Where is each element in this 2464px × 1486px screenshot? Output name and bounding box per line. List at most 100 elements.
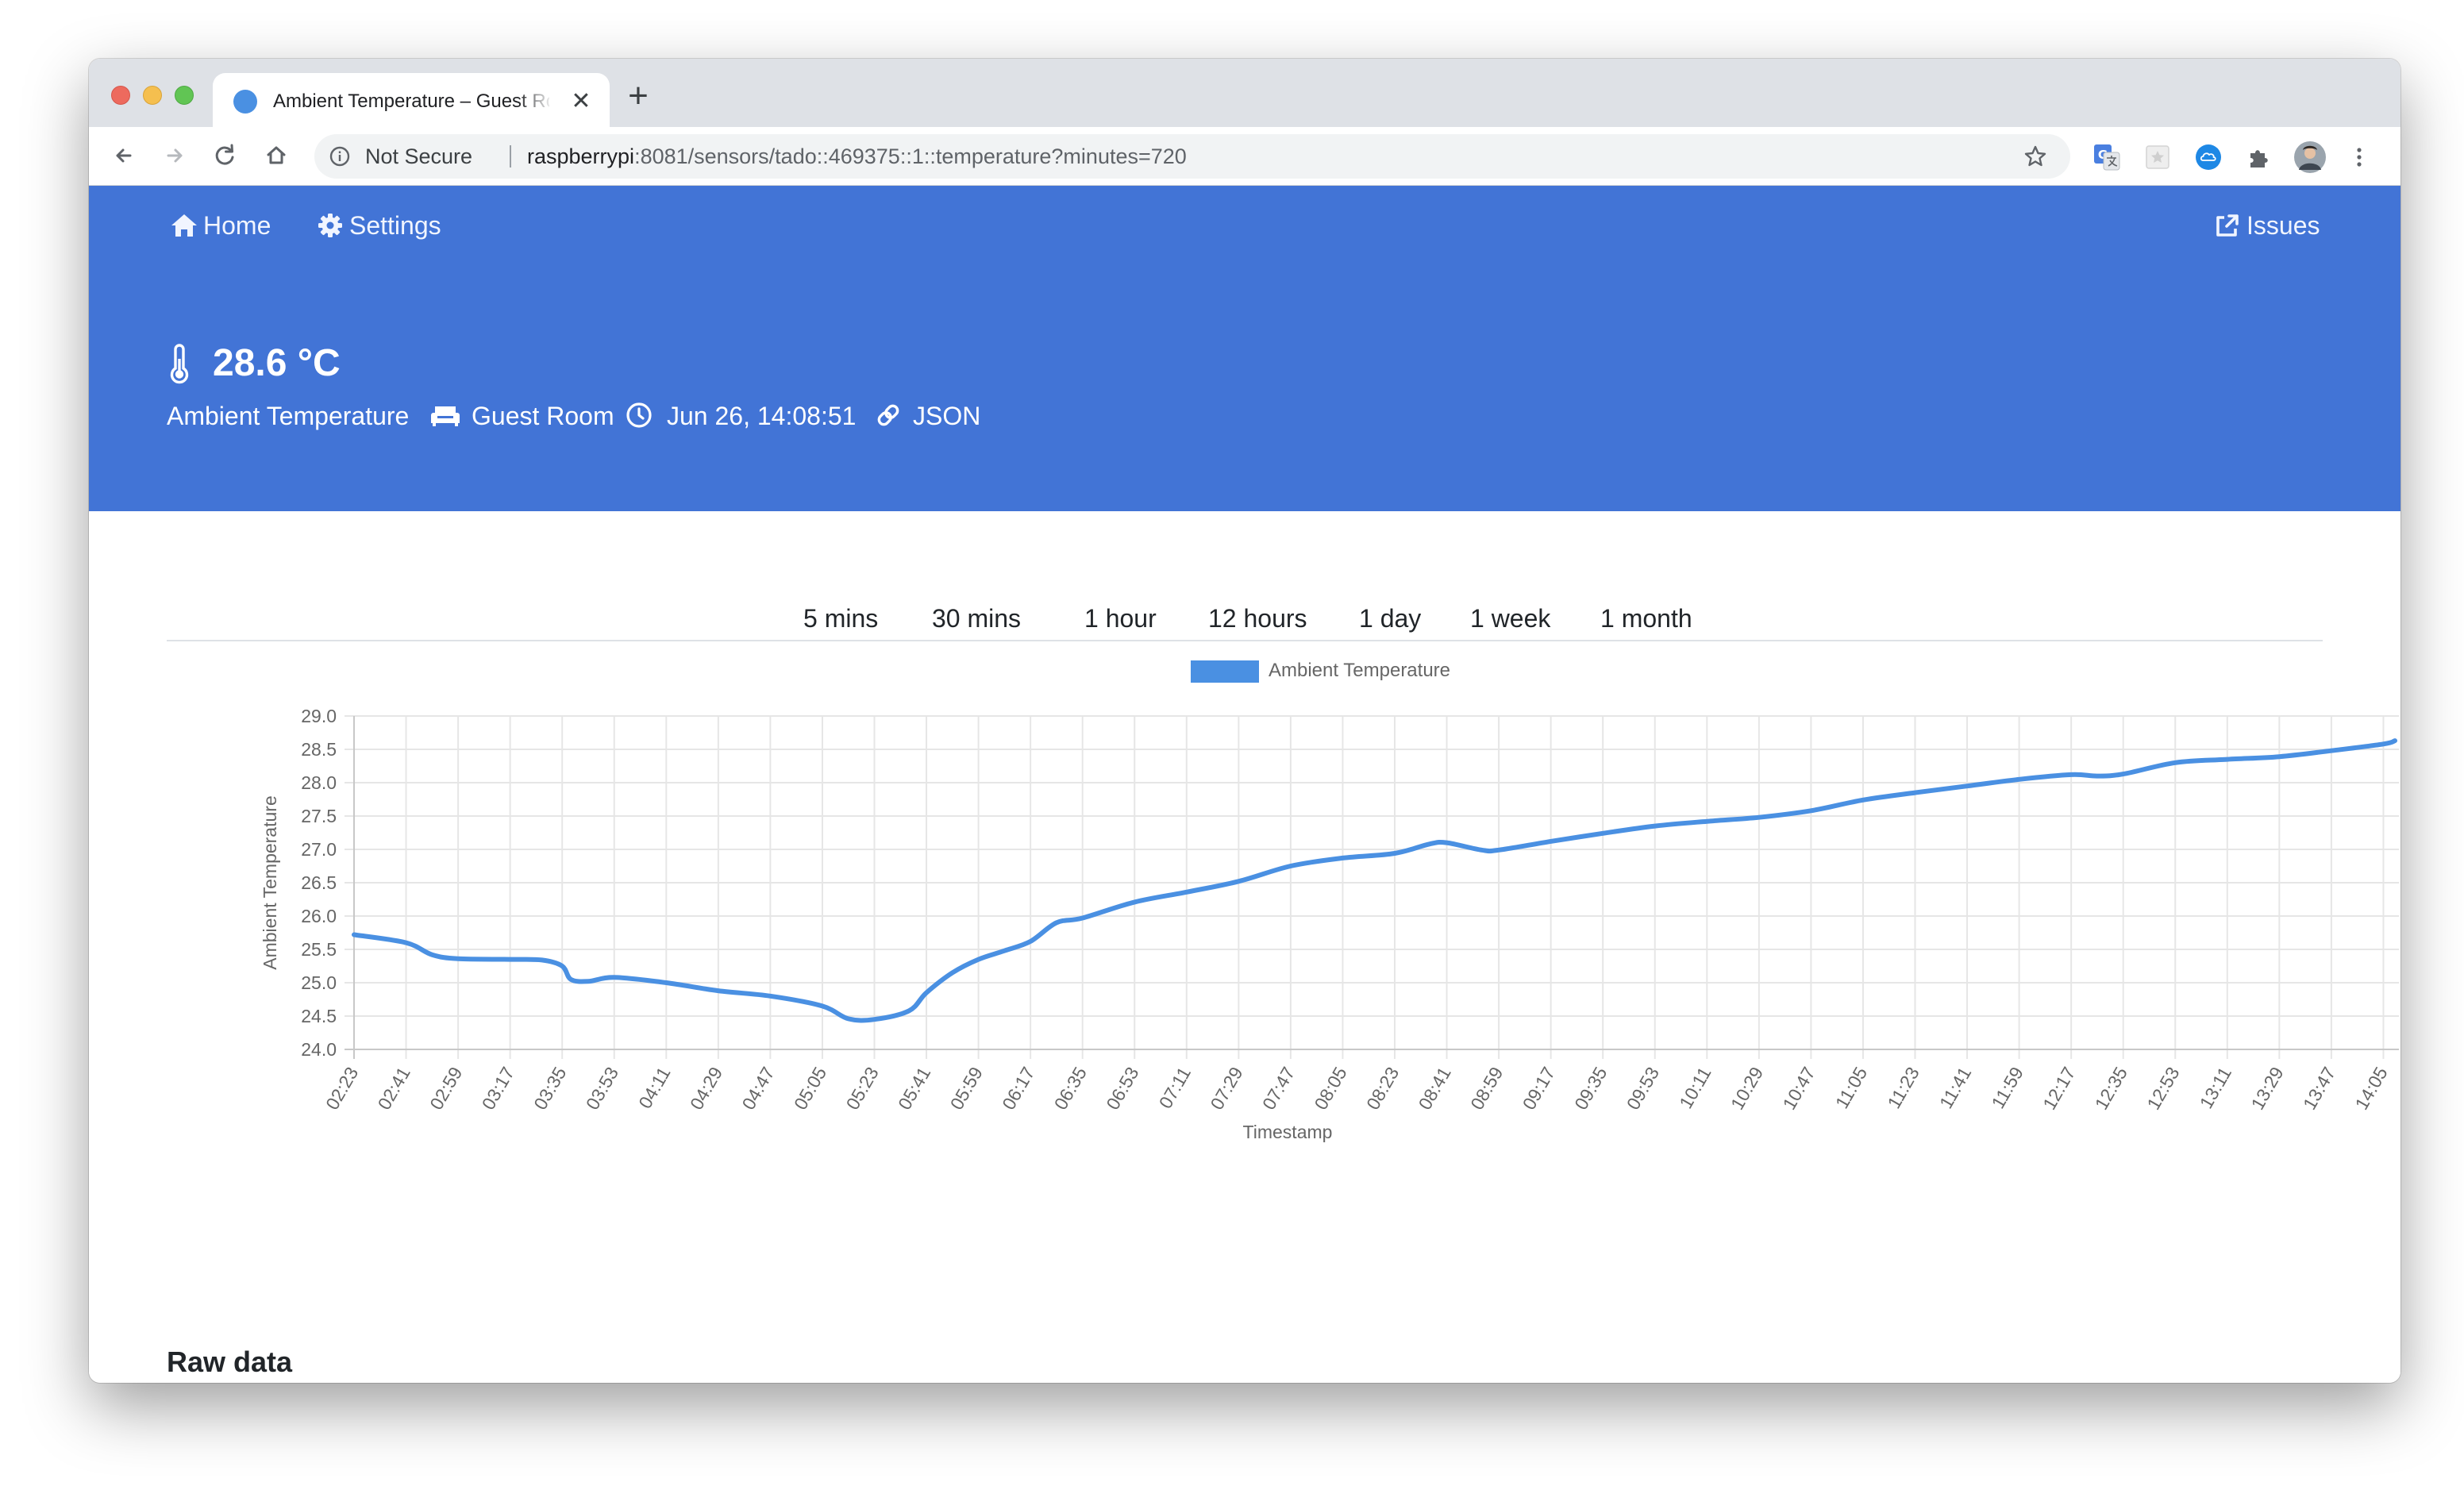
cloud-extension-icon[interactable] xyxy=(2194,143,2223,171)
x-tick-label: 05:05 xyxy=(790,1064,830,1114)
x-tick-label: 11:41 xyxy=(1935,1064,1975,1112)
profile-avatar-icon[interactable] xyxy=(2293,140,2327,175)
y-tick-label: 28.0 xyxy=(301,772,337,793)
json-link[interactable]: JSON xyxy=(913,400,980,432)
tab-close-icon[interactable]: ✕ xyxy=(570,90,592,114)
range-1-week[interactable]: 1 week xyxy=(1470,599,1550,638)
sofa-icon xyxy=(431,406,460,426)
forward-arrow-icon[interactable] xyxy=(157,138,192,173)
browser-window: Ambient Temperature – Guest Room ✕ + Not xyxy=(89,59,2400,1383)
x-tick-label: 12:17 xyxy=(2039,1064,2079,1114)
browser-toolbar: Not Secure raspberrypi:8081/sensors/tado… xyxy=(89,127,2400,186)
back-arrow-icon[interactable] xyxy=(106,138,141,173)
y-tick-label: 26.0 xyxy=(301,906,337,926)
sensor-name: Ambient Temperature xyxy=(167,402,410,430)
temperature-value: 28.6 °C xyxy=(213,342,341,384)
page-content: Home Settings Issues 28.6 °C Ambient Tem… xyxy=(89,186,2400,1383)
x-tick-label: 06:35 xyxy=(1050,1064,1091,1114)
x-tick-label: 02:41 xyxy=(374,1064,414,1114)
nav-issues-link[interactable]: Issues xyxy=(2213,210,2321,241)
new-tab-button[interactable]: + xyxy=(622,79,654,114)
maximize-window-button[interactable] xyxy=(175,86,194,105)
range-5-mins[interactable]: 5 mins xyxy=(803,599,878,638)
x-tick-label: 07:11 xyxy=(1155,1064,1195,1112)
nav-settings-link[interactable]: Settings xyxy=(318,210,452,241)
home-icon xyxy=(171,214,197,237)
nav-home-link[interactable]: Home xyxy=(170,210,278,241)
clock-icon xyxy=(626,402,652,428)
x-tick-label: 08:41 xyxy=(1415,1064,1455,1114)
minimize-window-button[interactable] xyxy=(143,86,162,105)
browser-tab-active[interactable]: Ambient Temperature – Guest Room ✕ xyxy=(213,73,610,127)
address-bar[interactable]: Not Secure raspberrypi:8081/sensors/tado… xyxy=(314,134,2070,179)
reload-icon[interactable] xyxy=(208,138,243,173)
x-tick-label: 08:23 xyxy=(1362,1064,1403,1114)
external-link-icon xyxy=(2216,214,2239,237)
x-tick-label: 13:47 xyxy=(2299,1064,2339,1114)
y-tick-label: 24.5 xyxy=(301,1006,337,1026)
x-tick-label: 08:59 xyxy=(1466,1064,1507,1114)
x-tick-label: 05:23 xyxy=(842,1064,883,1114)
browser-menu-icon[interactable] xyxy=(2345,143,2374,171)
y-tick-label: 29.0 xyxy=(301,706,337,726)
link-icon[interactable] xyxy=(875,402,902,429)
security-status[interactable]: Not Secure xyxy=(365,144,472,169)
room-name: Guest Room xyxy=(472,402,614,430)
x-tick-label: 04:11 xyxy=(634,1064,674,1112)
range-1-hour[interactable]: 1 hour xyxy=(1084,599,1157,638)
x-tick-label: 10:11 xyxy=(1675,1064,1715,1112)
x-tick-label: 02:59 xyxy=(425,1064,466,1114)
x-tick-label: 08:05 xyxy=(1310,1064,1350,1114)
legend-swatch[interactable] xyxy=(1191,660,1259,683)
y-tick-label: 27.0 xyxy=(301,839,337,860)
x-tick-label: 02:23 xyxy=(321,1064,362,1114)
x-tick-label: 11:05 xyxy=(1831,1064,1871,1112)
info-icon[interactable] xyxy=(329,145,351,167)
chart-canvas: 29.0 28.5 28.0 27.5 27.0 26.5 26.0 25.5 25.0 24.5… xyxy=(260,706,2399,1142)
url-text[interactable]: raspberrypi:8081/sensors/tado::469375::1… xyxy=(527,144,1187,169)
x-tick-label: 05:41 xyxy=(894,1064,934,1114)
sensor-header: Home Settings Issues 28.6 °C Ambient Tem… xyxy=(89,186,2400,511)
bookmark-extension-icon[interactable] xyxy=(2143,143,2172,171)
gear-icon xyxy=(318,214,342,237)
x-tick-label: 11:59 xyxy=(1987,1064,2027,1112)
range-1-day[interactable]: 1 day xyxy=(1359,599,1421,638)
y-tick-label: 28.5 xyxy=(301,739,337,760)
extensions-puzzle-icon[interactable] xyxy=(2245,143,2273,171)
x-tick-label: 10:29 xyxy=(1727,1064,1767,1114)
tab-strip: Ambient Temperature – Guest Room ✕ + xyxy=(89,59,2400,127)
x-tick-label: 03:35 xyxy=(529,1064,570,1114)
time-range-tabs: 5 mins 30 mins 1 hour 12 hours 1 day 1 w… xyxy=(167,599,2323,641)
raw-data-heading: Raw data xyxy=(167,1345,293,1378)
x-tick-label: 06:53 xyxy=(1102,1064,1142,1114)
bookmark-star-icon[interactable] xyxy=(2023,144,2048,169)
x-tick-label: 10:47 xyxy=(1778,1064,1819,1114)
x-tick-label: 07:29 xyxy=(1206,1064,1246,1114)
range-1-month[interactable]: 1 month xyxy=(1600,599,1692,638)
x-axis-title: Timestamp xyxy=(1243,1122,1333,1142)
range-12-hours[interactable]: 12 hours xyxy=(1208,599,1307,638)
x-tick-label: 14:05 xyxy=(2350,1064,2391,1114)
x-tick-label: 03:17 xyxy=(478,1064,518,1114)
x-tick-label: 07:47 xyxy=(1258,1064,1299,1114)
temperature-chart: Ambient Temperature 29.0 28.5 28.0 27.5 27.0… xyxy=(167,646,2400,1154)
x-tick-label: 12:35 xyxy=(2091,1064,2131,1114)
y-tick-label: 26.5 xyxy=(301,872,337,893)
range-30-mins[interactable]: 30 mins xyxy=(932,599,1021,638)
x-tick-label: 13:11 xyxy=(2196,1064,2235,1112)
y-tick-label: 24.0 xyxy=(301,1039,337,1060)
x-tick-label: 04:29 xyxy=(686,1064,726,1114)
tab-title: Ambient Temperature – Guest Room xyxy=(273,90,549,112)
y-tick-label: 25.0 xyxy=(301,972,337,993)
thermometer-icon xyxy=(170,344,189,384)
home-icon[interactable] xyxy=(259,138,294,173)
x-tick-label: 11:23 xyxy=(1883,1064,1923,1112)
x-tick-label: 09:53 xyxy=(1623,1064,1663,1114)
x-tick-label: 09:17 xyxy=(1519,1064,1559,1114)
y-axis-title: Ambient Temperature xyxy=(260,795,280,969)
x-tick-label: 12:53 xyxy=(2143,1064,2183,1114)
translate-extension-icon[interactable]: G xyxy=(2092,143,2121,171)
x-tick-label: 06:17 xyxy=(998,1064,1038,1114)
legend-label[interactable]: Ambient Temperature xyxy=(1269,657,1450,684)
close-window-button[interactable] xyxy=(111,86,130,105)
